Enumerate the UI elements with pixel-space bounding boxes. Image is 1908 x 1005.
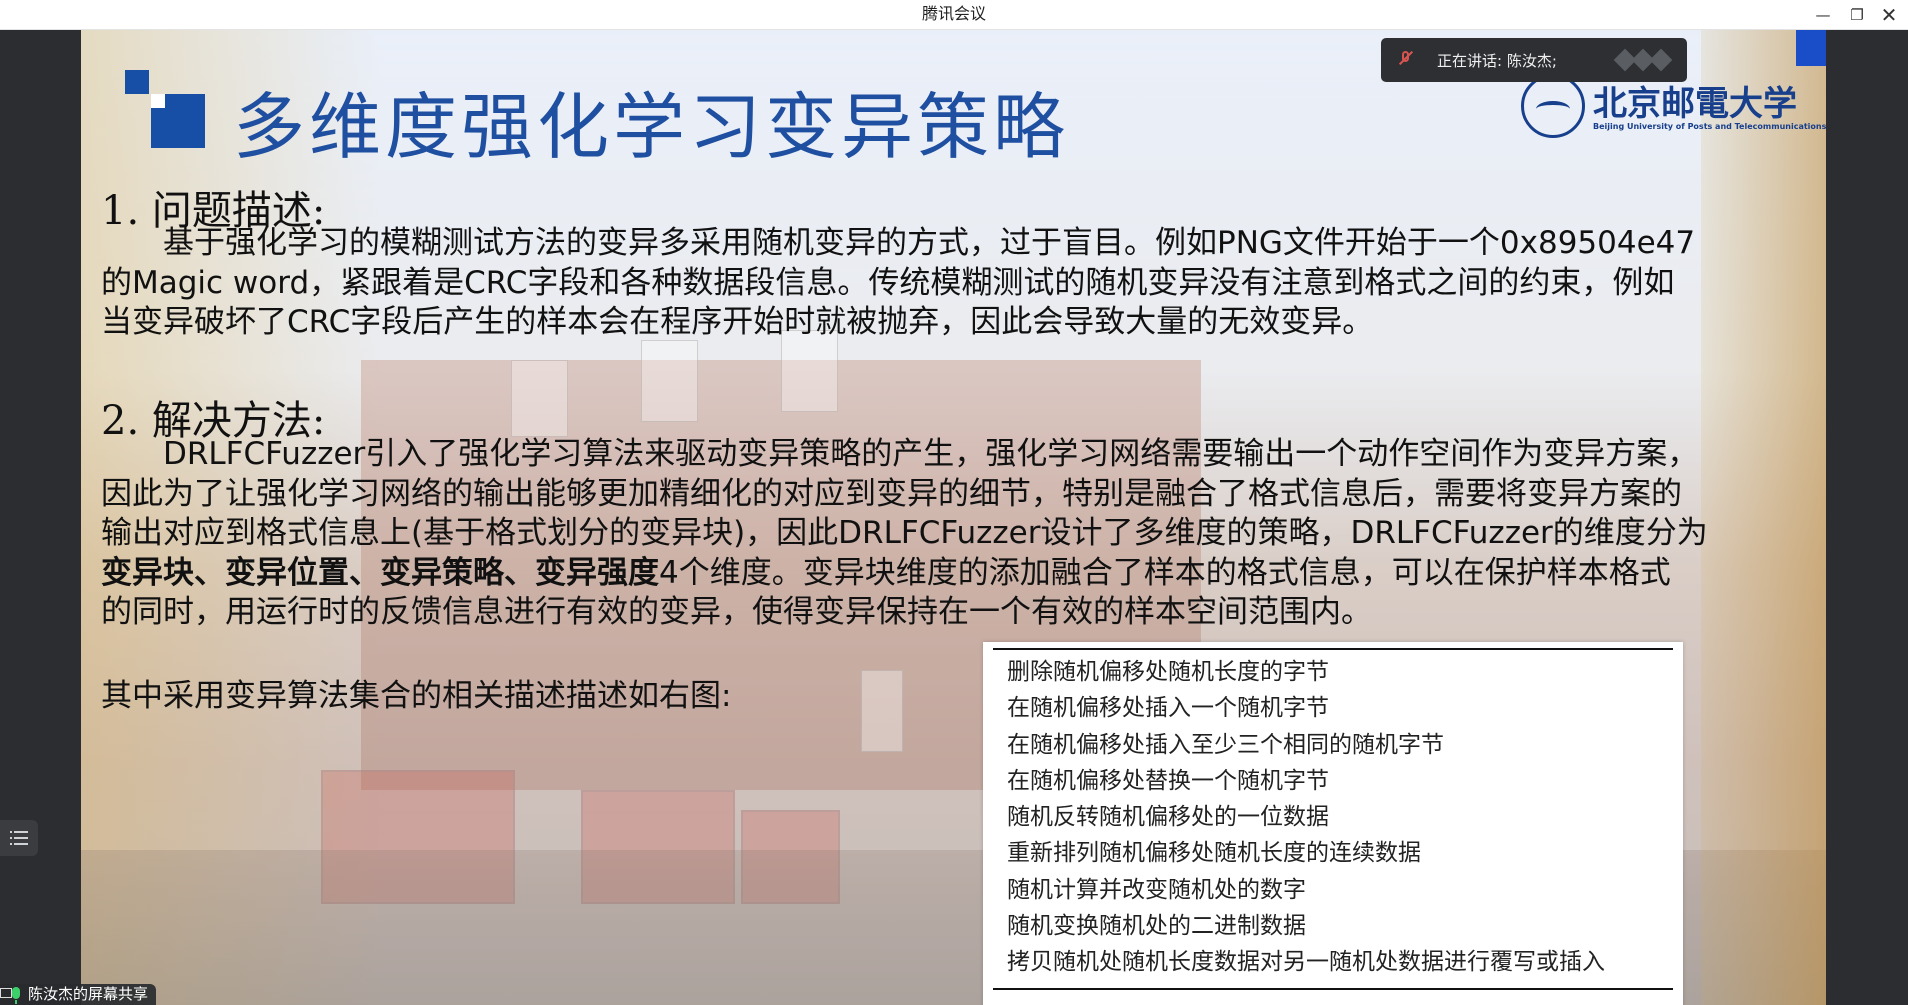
right-margin: [1826, 30, 1908, 1005]
algorithm-item: 在随机偏移处插入一个随机字节: [1007, 695, 1329, 722]
close-button[interactable]: ✕: [1872, 0, 1906, 29]
shared-slide: 多维度强化学习变异策略 北京邮電大学 Beijing University of…: [81, 30, 1826, 1005]
algorithm-item: 随机变换随机处的二进制数据: [1007, 913, 1306, 940]
slide-blue-strip: [1796, 30, 1826, 66]
algorithms-note: 其中采用变异算法集合的相关描述描述如右图:: [101, 678, 732, 714]
table-rule-top: [993, 648, 1673, 650]
slide-title-mark: [125, 70, 205, 150]
algorithm-item: 在随机偏移处插入至少三个相同的随机字节: [1007, 731, 1444, 758]
section1-line: 基于强化学习的模糊测试方法的变异多采用随机变异的方式，过于盲目。例如PNG文件开…: [163, 225, 1696, 261]
university-subtitle: Beijing University of Posts and Telecomm…: [1593, 122, 1826, 131]
algorithm-item: 重新排列随机偏移处随机长度的连续数据: [1007, 840, 1421, 867]
mic-icon: [12, 987, 20, 1004]
algorithms-list: 删除随机偏移处随机长度的字节 在随机偏移处插入一个随机字节 在随机偏移处插入至少…: [1007, 654, 1605, 981]
section2-paragraph: DRLFCFuzzer引入了强化学习算法来驱动变异策略的产生，强化学习网络需要输…: [101, 435, 1751, 633]
algorithm-item: 删除随机偏移处随机长度的字节: [1007, 659, 1329, 685]
screen-icon: [0, 988, 12, 998]
slide-bg-window: [641, 340, 698, 422]
section2-line: DRLFCFuzzer引入了强化学习算法来驱动变异策略的产生，强化学习网络需要输…: [163, 436, 1699, 472]
section2-line: 的同时，用运行时的反馈信息进行有效的变异，使得变异保持在一个有效的样本空间范围内…: [101, 594, 1372, 630]
section1-line: 的Magic word，紧跟着是CRC字段和各种数据段信息。传统模糊测试的随机变…: [101, 264, 1675, 301]
algorithm-item: 随机计算并改变随机处的数字: [1007, 876, 1306, 903]
mic-muted-icon: [1397, 51, 1415, 69]
screen-share-text: 陈汝杰的屏幕共享: [28, 985, 149, 1003]
section2-bold-text: 变异块、变异位置、变异策略、变异强度: [101, 554, 659, 591]
window-title: 腾讯会议: [921, 4, 986, 23]
member-list-button[interactable]: [0, 820, 38, 856]
list-icon: [10, 831, 28, 845]
university-name: 北京邮電大学: [1593, 84, 1797, 124]
algorithm-item: 在随机偏移处替换一个随机字节: [1007, 767, 1329, 794]
slide-bg-window: [861, 670, 903, 752]
slide-bg-window: [511, 360, 568, 437]
university-logo: 北京邮電大学 Beijing University of Posts and T…: [1521, 74, 1826, 164]
audio-wave-icon: [1613, 48, 1673, 72]
section1-line: 当变异破坏了CRC字段后产生的样本会在程序开始时就被抛弃，因此会导致大量的无效变…: [101, 304, 1374, 340]
section2-line: 4个维度。变异块维度的添加融合了样本的格式信息，可以在保护样本格式: [659, 554, 1671, 591]
section2-line: 因此为了让强化学习网络的输出能够更加精细化的对应到变异的细节，特别是融合了格式信…: [101, 475, 1682, 512]
window-titlebar: 腾讯会议 — ❐ ✕: [0, 0, 1908, 30]
section1-paragraph: 基于强化学习的模糊测试方法的变异多采用随机变异的方式，过于盲目。例如PNG文件开…: [101, 224, 1751, 343]
minimize-button[interactable]: —: [1806, 0, 1840, 29]
slide-title: 多维度强化学习变异策略: [233, 85, 1070, 169]
left-margin: [0, 30, 81, 1005]
maximize-button[interactable]: ❐: [1840, 0, 1874, 29]
table-rule-bottom: [993, 988, 1673, 990]
section2-line: 输出对应到格式信息上(基于格式划分的变异块)，因此DRLFCFuzzer设计了多…: [101, 515, 1708, 551]
algorithm-item: 拷贝随机处随机长度数据对另一随机处数据进行覆写或插入: [1007, 949, 1605, 976]
algorithm-item: 随机反转随机偏移处的一位数据: [1007, 804, 1329, 831]
speaking-indicator: 正在讲话: 陈汝杰;: [1381, 38, 1687, 82]
algorithms-table: 删除随机偏移处随机长度的字节 在随机偏移处插入一个随机字节 在随机偏移处插入至少…: [983, 642, 1683, 1005]
university-emblem-icon: [1521, 74, 1585, 138]
speaking-label: 正在讲话: 陈汝杰;: [1437, 52, 1557, 70]
screen-share-label: 陈汝杰的屏幕共享: [0, 984, 157, 1005]
